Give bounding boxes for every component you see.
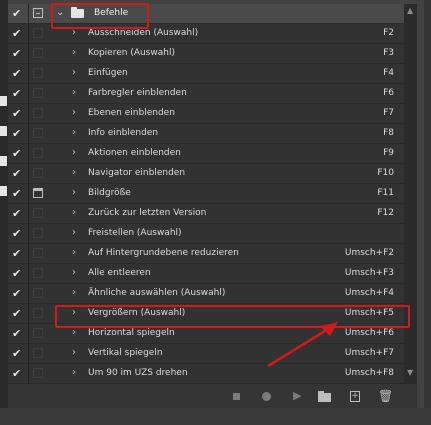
annotation-arrow (267, 322, 338, 368)
new-set-folder-icon[interactable] (318, 391, 331, 402)
bottom-bar (0, 408, 431, 425)
record-icon[interactable] (262, 392, 271, 401)
actions-toolbar: ▶ + 🗑 (8, 384, 417, 408)
play-icon[interactable]: ▶ (293, 390, 301, 402)
stop-icon[interactable] (233, 393, 240, 400)
new-action-icon[interactable]: + (350, 391, 360, 402)
trash-icon[interactable]: 🗑 (378, 390, 393, 402)
arrow-shaft (267, 326, 331, 368)
